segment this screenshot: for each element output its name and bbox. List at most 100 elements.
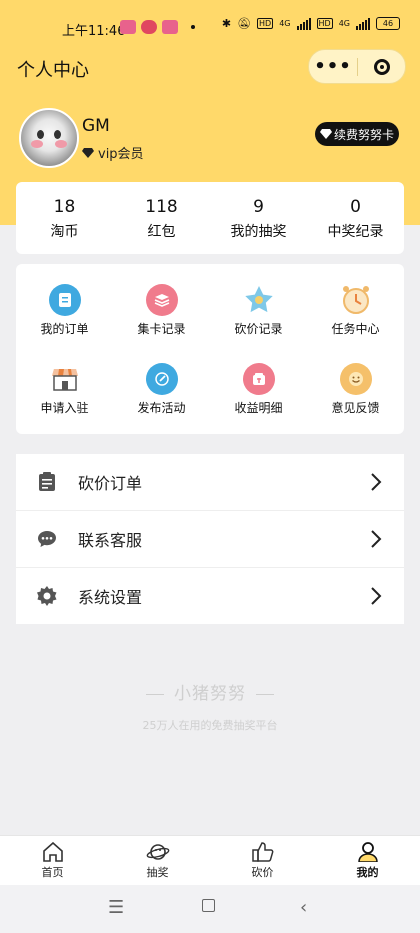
- list-item-customer-service[interactable]: 联系客服: [16, 511, 404, 568]
- slogan-divider: [146, 693, 164, 695]
- more-menu-button[interactable]: •••: [309, 50, 357, 83]
- stat-my-draws[interactable]: 9 我的抽奖: [210, 182, 307, 254]
- stat-label: 淘币: [50, 224, 79, 240]
- stats-card: 18 淘币 118 红包 9 我的抽奖 0 中奖纪录: [16, 182, 404, 254]
- grid-item-label: 发布活动: [137, 401, 186, 415]
- stat-value: 0: [350, 197, 361, 217]
- avatar[interactable]: [19, 108, 79, 168]
- slogan-divider: [256, 693, 274, 695]
- grid-item-earnings[interactable]: 收益明细: [210, 355, 307, 434]
- avatar-eye: [37, 130, 44, 139]
- list-item-system-settings[interactable]: 系统设置: [16, 568, 404, 624]
- network-label: 4G: [338, 19, 350, 28]
- list-item-bargain-orders[interactable]: 砍价订单: [16, 454, 404, 511]
- grid-item-my-orders[interactable]: 我的订单: [16, 276, 113, 355]
- close-miniprogram-button[interactable]: [358, 58, 405, 75]
- grid-item-bargain-records[interactable]: 砍价记录: [210, 276, 307, 355]
- wallet-icon: [242, 363, 275, 395]
- grid-item-label: 砍价记录: [234, 322, 283, 336]
- renew-card-button[interactable]: 续费努努卡: [315, 122, 399, 146]
- shop-icon: [49, 363, 81, 395]
- user-icon: [357, 842, 378, 862]
- grid-item-card-records[interactable]: 集卡记录: [113, 276, 210, 355]
- miniprogram-capsule: •••: [308, 49, 406, 84]
- grid-item-apply-join[interactable]: 申请入驻: [16, 355, 113, 434]
- grid-item-label: 我的订单: [40, 322, 89, 336]
- notification-icons: [120, 20, 195, 34]
- menu-icon[interactable]: ☰: [108, 897, 124, 918]
- vip-badge: vip会员: [82, 143, 144, 162]
- grid-item-task-center[interactable]: 任务中心: [307, 276, 404, 355]
- tab-lottery[interactable]: 抽奖: [105, 836, 210, 886]
- settings-list: 砍价订单 联系客服 系统设置: [16, 454, 404, 624]
- notification-app-icon: [120, 20, 136, 34]
- target-icon: [373, 58, 390, 75]
- stat-red-packets[interactable]: 118 红包: [113, 182, 210, 254]
- grid-item-label: 任务中心: [331, 322, 380, 336]
- home-icon: [42, 842, 63, 862]
- pen-icon: [145, 363, 178, 395]
- diamond-icon: [319, 129, 332, 139]
- brand-slogan: 小猪努努: [0, 679, 420, 704]
- avatar-cheek: [55, 140, 67, 148]
- clipboard-icon: [37, 472, 57, 492]
- tab-bargain[interactable]: 砍价: [210, 836, 315, 886]
- chevron-right-icon: [371, 587, 382, 605]
- stat-value: 118: [145, 197, 178, 217]
- order-icon: [48, 284, 81, 316]
- bluetooth-icon: ✱: [221, 17, 232, 30]
- signal-icon: [296, 17, 311, 30]
- more-notifications-icon: [191, 25, 195, 29]
- page-title: 个人中心: [17, 60, 89, 81]
- tab-label: 砍价: [251, 866, 274, 879]
- gear-icon: [37, 586, 57, 606]
- stat-winning-records[interactable]: 0 中奖纪录: [307, 182, 404, 254]
- brand-subtitle: 25万人在用的免费抽奖平台: [142, 719, 278, 732]
- status-time: 上午11:46: [62, 24, 126, 39]
- tab-label: 我的: [356, 866, 379, 879]
- smile-icon: [339, 363, 372, 395]
- stat-label: 红包: [147, 224, 176, 240]
- tab-label: 首页: [41, 866, 64, 879]
- back-icon[interactable]: ‹: [300, 897, 307, 918]
- battery-icon: 46: [376, 17, 400, 30]
- slogan-text: 小猪努努: [174, 684, 246, 704]
- hd-icon: HD: [257, 18, 274, 29]
- signal-icon: [356, 17, 370, 30]
- username: GM: [82, 116, 110, 136]
- stat-label: 中奖纪录: [327, 224, 384, 240]
- clock-icon: [340, 284, 372, 316]
- home-square-icon[interactable]: [202, 899, 215, 912]
- notification-app-icon: [141, 20, 157, 34]
- grid-item-feedback[interactable]: 意见反馈: [307, 355, 404, 434]
- diamond-icon: [82, 147, 94, 158]
- chat-icon: [37, 529, 57, 549]
- avatar-cheek: [31, 140, 43, 148]
- thumb-icon: [251, 842, 273, 862]
- network-label: 4G: [279, 19, 291, 28]
- stat-value: 9: [253, 197, 264, 217]
- list-item-label: 系统设置: [78, 588, 143, 607]
- planet-icon: [146, 844, 169, 860]
- tab-bar: 首页 抽奖 砍价 我的: [0, 835, 420, 886]
- grid-item-publish-activity[interactable]: 发布活动: [113, 355, 210, 434]
- hd-icon: HD: [316, 18, 333, 29]
- star-icon: [243, 284, 275, 316]
- system-icons: ✱ 🔕︎ HD 4G HD 4G 46: [222, 17, 400, 30]
- grid-item-label: 意见反馈: [331, 401, 380, 415]
- stat-coins[interactable]: 18 淘币: [16, 182, 113, 254]
- vip-label: vip会员: [98, 147, 144, 162]
- grid-item-label: 集卡记录: [137, 322, 186, 336]
- system-nav-bar: ☰ ‹: [0, 885, 420, 933]
- tab-mine[interactable]: 我的: [315, 836, 420, 886]
- avatar-eye: [54, 130, 61, 139]
- notification-app-icon: [162, 20, 178, 34]
- tab-label: 抽奖: [146, 866, 169, 879]
- renew-label: 续费努努卡: [333, 127, 394, 142]
- grid-item-label: 收益明细: [234, 401, 283, 415]
- chevron-right-icon: [371, 530, 382, 548]
- list-item-label: 联系客服: [78, 531, 143, 550]
- tab-home[interactable]: 首页: [0, 836, 105, 886]
- chevron-right-icon: [371, 473, 382, 491]
- stat-value: 18: [53, 197, 76, 217]
